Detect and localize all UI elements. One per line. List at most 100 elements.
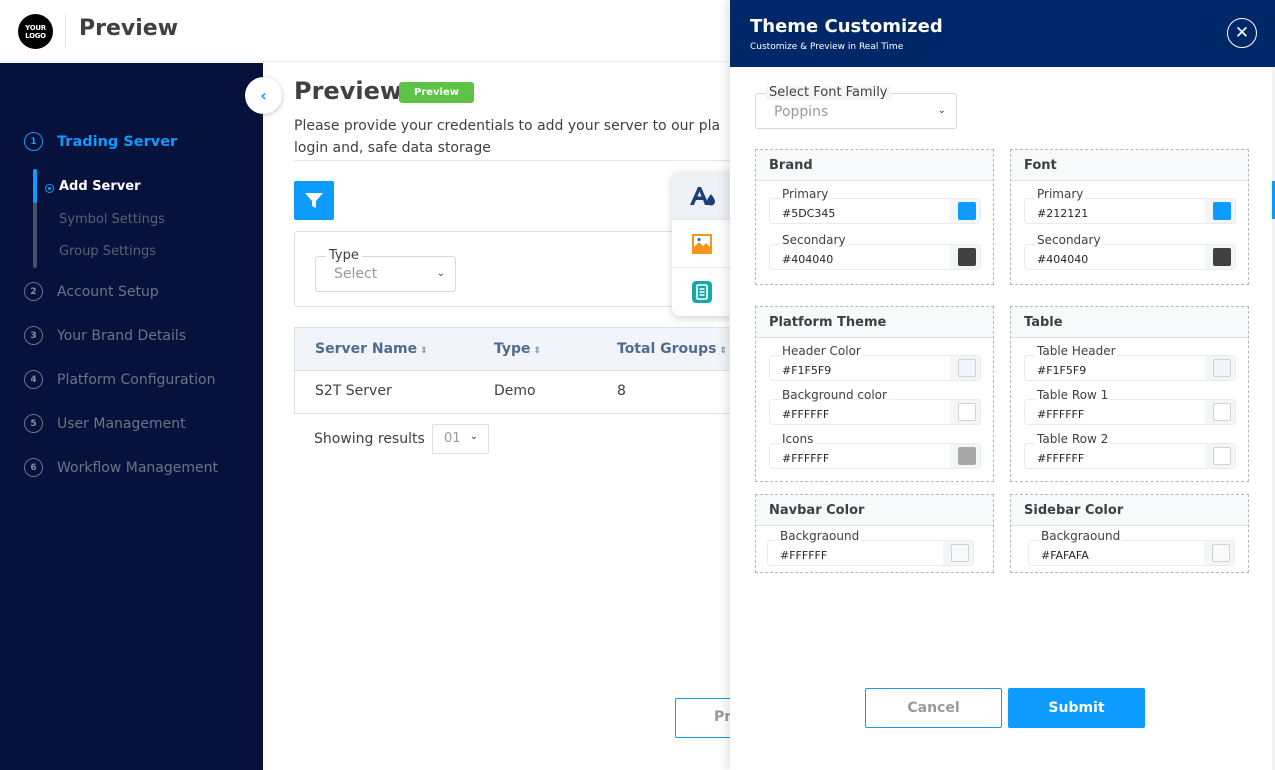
sort-icon: ⇕: [719, 346, 728, 356]
close-panel-button[interactable]: ✕: [1227, 18, 1257, 48]
floating-tools: [672, 172, 732, 316]
document-tool-button[interactable]: [672, 268, 732, 316]
divider: [294, 160, 730, 161]
top-bar: YOUR LOGO Preview: [0, 0, 730, 62]
group-title: Navbar Color: [756, 495, 993, 526]
chevron-down-icon: ⌄: [469, 431, 478, 442]
page-title: Preview: [294, 77, 403, 105]
header-title: Preview: [79, 16, 179, 41]
panel-header: Theme Customized Customize & Preview in …: [730, 0, 1275, 67]
font-family-select[interactable]: Select Font Family Poppins ⌄: [755, 86, 957, 129]
color-swatch[interactable]: [1212, 544, 1230, 562]
cell-server-name: S2T Server: [315, 383, 392, 399]
column-header-server-name[interactable]: Server Name ⇕: [315, 341, 428, 357]
table-row[interactable]: S2T Server Demo 8: [295, 371, 730, 413]
sidebar-background-field[interactable]: Backgraound #FAFAFA: [1028, 530, 1235, 566]
font-family-label: Select Font Family: [766, 86, 891, 100]
step-label: Workflow Management: [57, 459, 218, 476]
step-number: 6: [24, 458, 43, 477]
type-label: Type: [326, 249, 362, 263]
submit-button[interactable]: Submit: [1008, 688, 1145, 728]
step-number: 3: [24, 326, 43, 345]
substep-symbol-settings[interactable]: Symbol Settings: [59, 212, 165, 227]
type-select[interactable]: Type Select ⌄: [315, 249, 456, 292]
brand-secondary-field[interactable]: Secondary #404040: [769, 234, 981, 270]
per-page-select[interactable]: 01 ⌄: [432, 424, 489, 454]
close-icon: ✕: [1234, 23, 1250, 43]
image-icon: [692, 233, 712, 254]
step-number: 5: [24, 414, 43, 433]
color-swatch[interactable]: [958, 248, 976, 266]
brand-primary-field[interactable]: Primary #5DC345: [769, 188, 981, 224]
type-value: Select: [334, 266, 378, 282]
column-header-total-groups[interactable]: Total Groups ⇕: [617, 341, 727, 357]
navbar-color-group: Navbar Color Backgraound #FFFFFF: [755, 494, 994, 573]
color-swatch[interactable]: [951, 544, 969, 562]
table-row1-color-field[interactable]: Table Row 1 #FFFFFF: [1024, 389, 1236, 425]
sidebar-step-trading-server[interactable]: 1 Trading Server: [24, 132, 177, 151]
color-swatch[interactable]: [958, 447, 976, 465]
header-color-field[interactable]: Header Color #F1F5F9: [769, 345, 981, 381]
theme-tool-button[interactable]: [672, 172, 732, 220]
color-swatch[interactable]: [1213, 447, 1231, 465]
sidebar-step-workflow-management[interactable]: 6 Workflow Management: [24, 458, 218, 477]
group-title: Sidebar Color: [1011, 495, 1248, 526]
document-icon: [692, 281, 712, 303]
platform-theme-group: Platform Theme Header Color #F1F5F9 Back…: [755, 306, 994, 482]
step-number: 2: [24, 282, 43, 301]
sidebar-step-platform-configuration[interactable]: 4 Platform Configuration: [24, 370, 215, 389]
step-label: Your Brand Details: [57, 327, 187, 344]
collapse-sidebar-button[interactable]: ‹: [245, 77, 282, 114]
color-swatch[interactable]: [958, 359, 976, 377]
background-color-field[interactable]: Background color #FFFFFF: [769, 389, 981, 425]
chevron-down-icon: ⌄: [937, 105, 946, 116]
substep-group-settings[interactable]: Group Settings: [59, 244, 156, 259]
step-number: 4: [24, 370, 43, 389]
previous-button[interactable]: Pr: [675, 698, 730, 738]
brand-group: Brand Primary #5DC345 Secondary #404040: [755, 149, 994, 285]
table-row2-color-field[interactable]: Table Row 2 #FFFFFF: [1024, 433, 1236, 469]
group-title: Font: [1011, 150, 1248, 181]
step-label: Platform Configuration: [57, 371, 216, 388]
sidebar-color-group: Sidebar Color Backgraound #FAFAFA: [1010, 494, 1249, 573]
font-primary-field[interactable]: Primary #212121: [1024, 188, 1236, 224]
sidebar-step-user-management[interactable]: 5 User Management: [24, 414, 186, 433]
table-header-color-field[interactable]: Table Header #F1F5F9: [1024, 345, 1236, 381]
color-swatch[interactable]: [1213, 248, 1231, 266]
showing-results-label: Showing results: [314, 431, 425, 447]
group-title: Table: [1011, 307, 1248, 338]
sort-icon: ⇕: [420, 346, 428, 356]
active-substep-dot-icon: [45, 184, 54, 193]
table-header: Server Name ⇕ Type ⇕ Total Groups ⇕: [295, 328, 730, 371]
table-theme-group: Table Table Header #F1F5F9 Table Row 1 #…: [1010, 306, 1249, 482]
navbar-background-field[interactable]: Backgraound #FFFFFF: [767, 530, 974, 566]
servers-table: Server Name ⇕ Type ⇕ Total Groups ⇕ S2T Ser…: [294, 327, 730, 414]
color-swatch[interactable]: [958, 403, 976, 421]
color-swatch[interactable]: [1213, 359, 1231, 377]
step-label: Account Setup: [57, 283, 159, 300]
main-content: Preview Preview Please provide your cred…: [263, 63, 730, 770]
filter-button[interactable]: [294, 181, 334, 220]
font-family-value: Poppins: [774, 104, 829, 120]
logo: YOUR LOGO: [18, 14, 53, 49]
image-tool-button[interactable]: [672, 220, 732, 268]
cell-type: Demo: [494, 383, 536, 399]
filter-card: Type Select ⌄: [294, 231, 730, 307]
color-swatch[interactable]: [1213, 202, 1231, 220]
font-secondary-field[interactable]: Secondary #404040: [1024, 234, 1236, 270]
sidebar-step-brand-details[interactable]: 3 Your Brand Details: [24, 326, 186, 345]
step-number: 1: [24, 132, 43, 151]
substep-add-server[interactable]: Add Server: [59, 179, 141, 194]
panel-subtitle: Customize & Preview in Real Time: [750, 42, 904, 52]
cell-total-groups: 8: [617, 383, 626, 399]
sidebar-step-account-setup[interactable]: 2 Account Setup: [24, 282, 159, 301]
substep-track-progress: [33, 169, 37, 203]
font-group: Font Primary #212121 Secondary #404040: [1010, 149, 1249, 285]
color-swatch[interactable]: [958, 202, 976, 220]
column-header-type[interactable]: Type ⇕: [494, 341, 541, 357]
icons-color-field[interactable]: Icons #FFFFFF: [769, 433, 981, 469]
color-swatch[interactable]: [1213, 403, 1231, 421]
cancel-button[interactable]: Cancel: [865, 688, 1002, 728]
chevron-left-icon: ‹: [260, 86, 267, 105]
step-label: User Management: [57, 415, 186, 432]
